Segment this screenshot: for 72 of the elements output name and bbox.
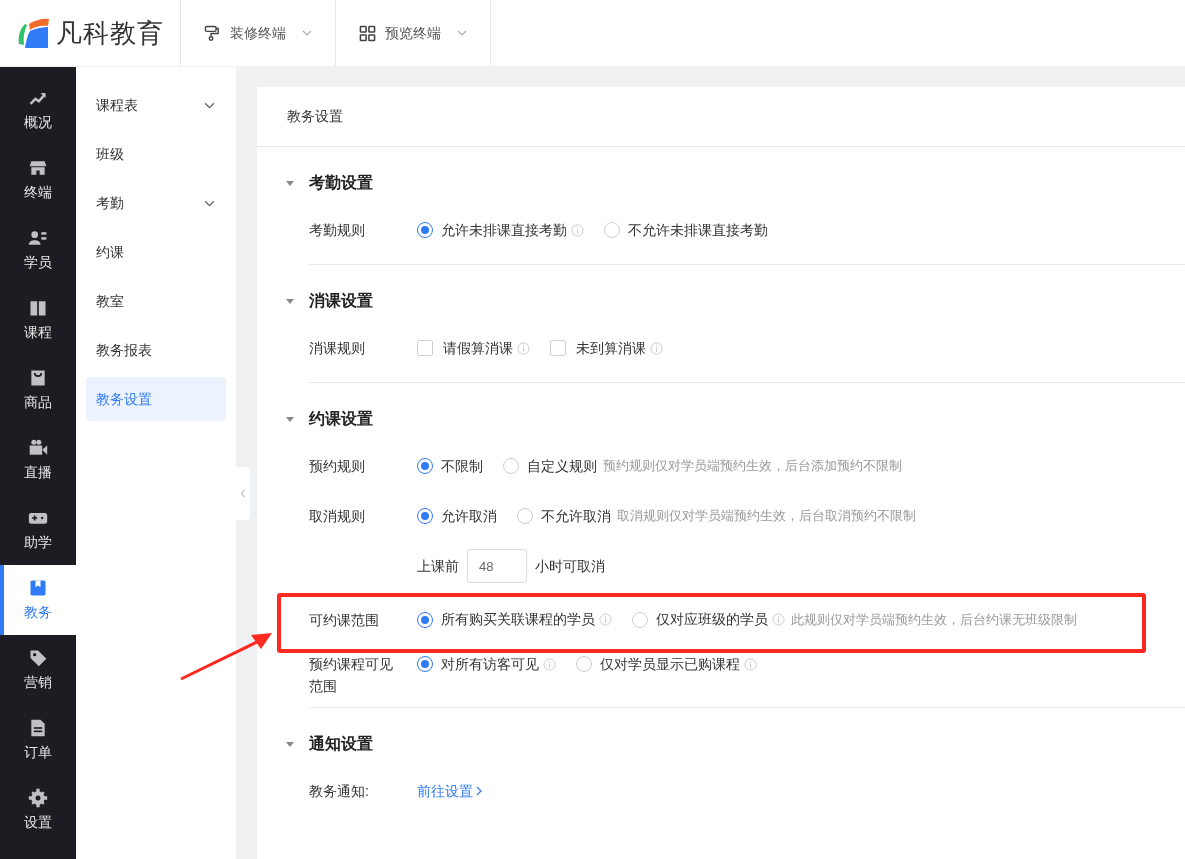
- header-menu[interactable]: 预览终端: [335, 0, 490, 66]
- nav-item[interactable]: 课程: [0, 285, 76, 355]
- info-icon: [517, 341, 530, 355]
- option-label: 允许未排课直接考勤: [441, 220, 567, 240]
- field-label: 教务通知:: [309, 783, 369, 799]
- nav-item[interactable]: 助学: [0, 495, 76, 565]
- collapse-triangle-icon[interactable]: [285, 739, 295, 749]
- checkbox[interactable]: [550, 340, 566, 356]
- field-label: 预约规则: [309, 458, 365, 474]
- grid-icon: [358, 24, 376, 42]
- info-icon: [744, 657, 757, 671]
- nav-item[interactable]: 订单: [0, 705, 76, 775]
- document-icon: [28, 717, 48, 738]
- hint-text: 取消规则仅对学员端预约生效，后台取消预约不限制: [617, 507, 916, 526]
- field-suffix: 小时可取消: [535, 556, 605, 576]
- sub-nav-item[interactable]: 教务报表: [86, 328, 226, 372]
- info-icon: [543, 657, 556, 671]
- info-icon: [772, 613, 785, 626]
- chevron-right-icon: [476, 786, 483, 796]
- header-menu[interactable]: 装修终端: [180, 0, 335, 66]
- nav-item[interactable]: 教务: [0, 565, 76, 635]
- hours-input[interactable]: 48: [467, 549, 527, 583]
- settings-link[interactable]: 前往设置: [417, 780, 483, 802]
- option-label: 请假算消课: [443, 338, 513, 358]
- option-label: 仅对学员显示已购课程: [600, 654, 740, 674]
- option-label: 不允许未排课直接考勤: [628, 220, 768, 240]
- collapse-triangle-icon[interactable]: [285, 178, 295, 188]
- nav-item[interactable]: 终端: [0, 145, 76, 215]
- checkbox[interactable]: [417, 340, 433, 356]
- option-label: 仅对应班级的学员: [656, 610, 768, 629]
- sub-nav-item[interactable]: 课程表: [86, 83, 226, 127]
- info-icon: [599, 613, 612, 626]
- field-label: 取消规则: [309, 508, 365, 524]
- field-label: 可约课范围: [309, 611, 379, 628]
- sub-nav-item[interactable]: 班级: [86, 132, 226, 176]
- nav-item[interactable]: 营销: [0, 635, 76, 705]
- hint-text: 此规则仅对学员端预约生效，后台约课无班级限制: [791, 610, 1077, 629]
- nav-item[interactable]: 概况: [0, 75, 76, 145]
- nav-item[interactable]: 商品: [0, 355, 76, 425]
- nav-item[interactable]: 设置: [0, 775, 76, 845]
- info-icon: [571, 223, 584, 237]
- paint-roller-icon: [203, 24, 221, 42]
- section-title: 考勤设置: [309, 173, 373, 193]
- option-label: 对所有访客可见: [441, 654, 539, 674]
- field-label: 预约课程可见范围: [309, 656, 393, 694]
- section-title: 通知设置: [309, 734, 373, 754]
- option-label: 所有购买关联课程的学员: [441, 610, 595, 629]
- sub-nav-item[interactable]: 教务设置: [86, 377, 226, 421]
- field-label: 考勤规则: [309, 222, 365, 238]
- settings-icon: [28, 787, 48, 808]
- collapse-triangle-icon[interactable]: [285, 414, 295, 424]
- section-title: 消课设置: [309, 291, 373, 311]
- nav-item[interactable]: 直播: [0, 425, 76, 495]
- field-label: 消课规则: [309, 340, 365, 356]
- collapse-handle[interactable]: [236, 467, 250, 520]
- sub-nav-item[interactable]: 考勤: [86, 181, 226, 225]
- sub-nav-item[interactable]: 教室: [86, 279, 226, 323]
- nav-item[interactable]: 学员: [0, 215, 76, 285]
- info-icon: [650, 341, 663, 355]
- hint-text: 预约规则仅对学员端预约生效，后台添加预约不限制: [603, 457, 902, 476]
- option-label: 允许取消: [441, 506, 497, 526]
- page-title: 教务设置: [287, 107, 343, 126]
- field-prefix: 上课前: [417, 556, 459, 576]
- video-camera-icon: [28, 437, 48, 458]
- section-title: 约课设置: [309, 409, 373, 429]
- option-label: 不限制: [441, 456, 483, 476]
- sub-nav-item[interactable]: 约课: [86, 230, 226, 274]
- option-label: 未到算消课: [576, 338, 646, 358]
- logo-text: 凡科教育: [56, 16, 164, 50]
- option-label: 自定义规则: [527, 456, 597, 476]
- option-label: 不允许取消: [541, 506, 611, 526]
- collapse-triangle-icon[interactable]: [285, 296, 295, 306]
